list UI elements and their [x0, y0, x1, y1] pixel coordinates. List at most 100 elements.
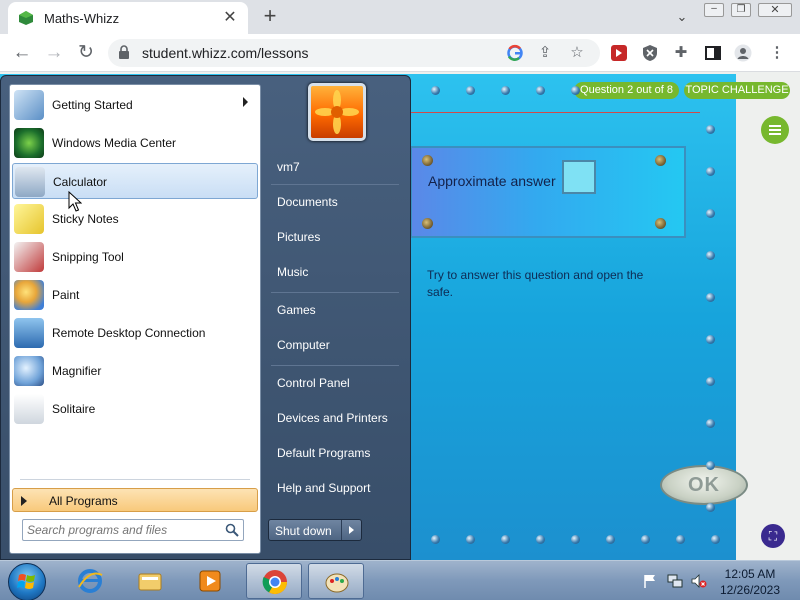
- volume-muted-icon[interactable]: [691, 573, 707, 589]
- program-item[interactable]: Windows Media Center: [12, 125, 258, 161]
- question-progress-badge: Question 2 out of 8: [574, 82, 679, 99]
- start-menu-link[interactable]: Computer: [265, 332, 403, 358]
- rivet-icon: [706, 461, 715, 470]
- minimize-button[interactable]: –: [704, 3, 724, 17]
- reload-icon[interactable]: ↻: [74, 41, 98, 65]
- start-menu-link[interactable]: Help and Support: [265, 475, 403, 501]
- browser-toolbar: ← → ↻ student.whizz.com/lessons ⇪ ☆ ✚ ⋮: [0, 34, 800, 72]
- taskbar-button[interactable]: [62, 563, 118, 599]
- menu-button[interactable]: [761, 116, 789, 144]
- start-menu-link[interactable]: Games: [265, 297, 403, 323]
- program-item[interactable]: Solitaire: [12, 391, 258, 427]
- separator: [20, 479, 250, 480]
- rivet-icon: [571, 86, 580, 95]
- maths-whizz-favicon-icon: [19, 11, 33, 25]
- puzzle-icon[interactable]: ✚: [672, 44, 690, 62]
- address-bar[interactable]: student.whizz.com/lessons ⇪ ☆: [108, 39, 600, 67]
- chevron-right-icon: [349, 526, 354, 534]
- action-center-flag-icon[interactable]: [642, 573, 658, 589]
- extension-icon[interactable]: [610, 44, 628, 62]
- paint-icon: [325, 573, 349, 593]
- divider-line: [410, 112, 700, 113]
- program-label: Solitaire: [52, 402, 96, 416]
- forward-icon[interactable]: →: [42, 41, 66, 65]
- rivet-icon: [706, 377, 715, 386]
- start-menu: Getting Started Windows Media Center Calcu…: [0, 75, 411, 560]
- window-close-button[interactable]: ✕: [758, 3, 792, 17]
- program-label: Calculator: [53, 175, 108, 189]
- media-player-icon: [199, 570, 221, 592]
- menu-bar: [769, 129, 781, 131]
- ok-button[interactable]: OK: [660, 465, 748, 505]
- program-item[interactable]: Paint: [12, 277, 258, 313]
- program-item[interactable]: Snipping Tool: [12, 239, 258, 275]
- start-menu-link[interactable]: Pictures: [265, 224, 403, 250]
- share-icon[interactable]: ⇪: [536, 44, 554, 62]
- sticky-notes-icon: [14, 204, 44, 234]
- start-menu-link[interactable]: Music: [265, 259, 403, 285]
- rivet-icon: [706, 125, 715, 134]
- back-icon[interactable]: ←: [10, 41, 34, 65]
- clock-time[interactable]: 12:05 AM: [710, 567, 790, 581]
- taskbar-button[interactable]: [308, 563, 364, 599]
- program-item[interactable]: Magnifier: [12, 353, 258, 389]
- bookmark-star-icon[interactable]: ☆: [568, 44, 586, 62]
- menu-bar: [769, 133, 781, 135]
- rivet-icon: [571, 535, 580, 544]
- user-picture-avatar[interactable]: [308, 83, 366, 141]
- rivet-icon: [501, 86, 510, 95]
- shutdown-button[interactable]: Shut down: [268, 519, 362, 541]
- profile-icon[interactable]: [734, 44, 752, 62]
- taskbar-button[interactable]: [122, 563, 178, 599]
- screw-icon: [655, 218, 666, 229]
- start-button[interactable]: [8, 563, 46, 600]
- screw-icon: [655, 155, 666, 166]
- all-programs-button[interactable]: All Programs: [12, 488, 258, 512]
- program-item[interactable]: Getting Started: [12, 87, 258, 123]
- rivet-icon: [706, 251, 715, 260]
- search-box[interactable]: [22, 519, 244, 541]
- network-icon[interactable]: [667, 573, 683, 589]
- program-item[interactable]: Remote Desktop Connection: [12, 315, 258, 351]
- sidepanel-icon[interactable]: [704, 44, 722, 62]
- menu-bar: [769, 125, 781, 127]
- shutdown-options-button[interactable]: [341, 520, 361, 540]
- rivet-icon: [466, 86, 475, 95]
- paint-icon: [14, 280, 44, 310]
- solitaire-icon: [14, 394, 44, 424]
- tab-strip: Maths-Whizz ✕ + ⌄ – ❐ ✕: [0, 0, 800, 34]
- program-item[interactable]: Calculator: [12, 163, 258, 199]
- more-menu-icon[interactable]: ⋮: [768, 44, 786, 62]
- search-icon[interactable]: [225, 523, 239, 537]
- rivet-icon: [706, 419, 715, 428]
- start-menu-link[interactable]: Default Programs: [265, 440, 403, 466]
- program-label: Getting Started: [52, 98, 133, 112]
- new-tab-button[interactable]: +: [258, 5, 282, 29]
- program-label: Remote Desktop Connection: [52, 326, 206, 340]
- start-menu-link[interactable]: Control Panel: [265, 370, 403, 396]
- taskbar-button[interactable]: [246, 563, 302, 599]
- close-icon[interactable]: ✕: [220, 8, 240, 28]
- google-icon[interactable]: [506, 44, 524, 62]
- program-label: Paint: [52, 288, 80, 302]
- start-menu-link[interactable]: vm7: [265, 154, 403, 180]
- answer-input[interactable]: [562, 160, 596, 194]
- search-input[interactable]: [27, 522, 219, 538]
- media-center-icon: [14, 128, 44, 158]
- rivet-icon: [501, 535, 510, 544]
- restore-button[interactable]: ❐: [731, 3, 751, 17]
- rivet-icon: [536, 86, 545, 95]
- shield-icon[interactable]: [641, 44, 659, 62]
- start-menu-link[interactable]: Documents: [265, 189, 403, 215]
- tab-search-icon[interactable]: ⌄: [672, 9, 692, 25]
- rivet-icon: [706, 209, 715, 218]
- taskbar-button[interactable]: [182, 563, 238, 599]
- program-item[interactable]: Sticky Notes: [12, 201, 258, 237]
- start-menu-link[interactable]: Devices and Printers: [265, 405, 403, 431]
- flower-icon: [315, 90, 359, 134]
- clock-date[interactable]: 12/26/2023: [710, 583, 790, 597]
- browser-tab[interactable]: Maths-Whizz ✕: [8, 2, 248, 34]
- rivet-icon: [606, 535, 615, 544]
- fullscreen-button[interactable]: ⛶: [761, 524, 785, 548]
- tab-title: Maths-Whizz: [44, 11, 120, 26]
